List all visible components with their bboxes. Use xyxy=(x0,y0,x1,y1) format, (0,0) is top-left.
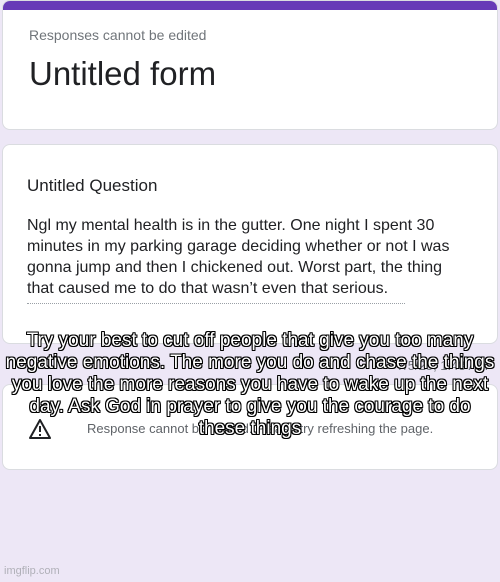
answer-underline xyxy=(27,303,405,304)
edit-notice: Responses cannot be edited xyxy=(29,27,207,43)
watermark: imgflip.com xyxy=(4,565,60,577)
form-header-card: Responses cannot be edited Untitled form xyxy=(2,0,498,130)
question-title: Untitled Question xyxy=(27,176,158,195)
accent-bar xyxy=(3,1,497,10)
meme-caption: Try your best to cut off people that giv… xyxy=(5,330,495,439)
question-card: Untitled Question Ngl my mental health i… xyxy=(2,144,498,344)
form-title: Untitled form xyxy=(29,55,217,92)
answer-text: Ngl my mental health is in the gutter. O… xyxy=(27,217,450,297)
